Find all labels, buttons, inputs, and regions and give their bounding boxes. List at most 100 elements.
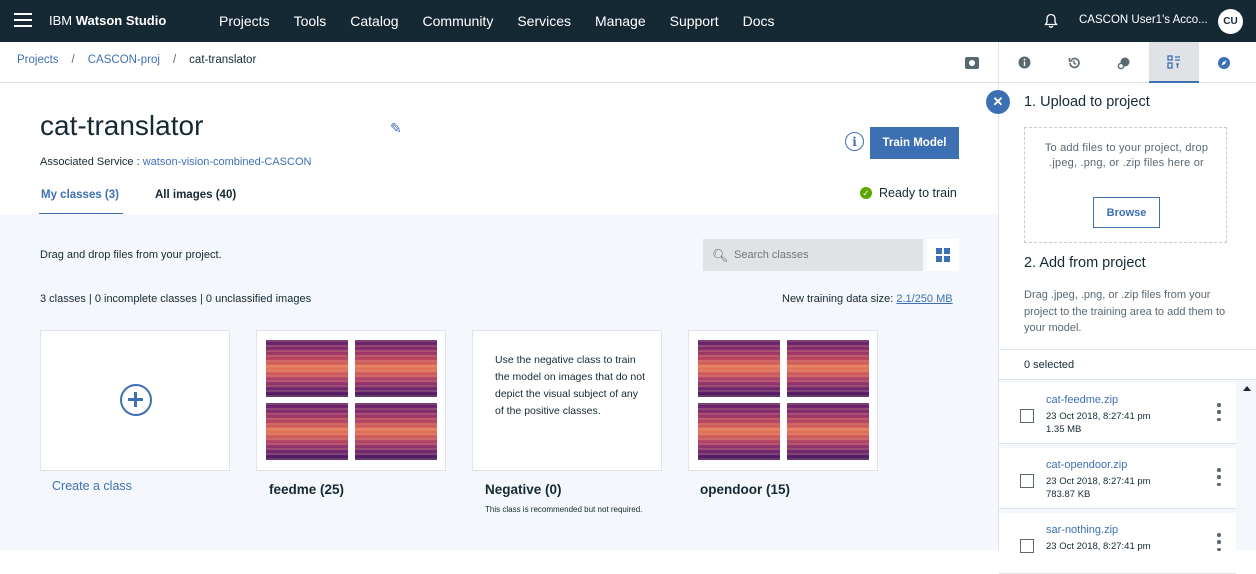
file-checkbox[interactable]: [1020, 539, 1034, 553]
nav-community[interactable]: Community: [423, 13, 494, 29]
spectrogram-thumbnail: [698, 340, 780, 397]
classes-area: Drag and drop files from your project. 🔍…: [0, 214, 998, 550]
tab-all-images[interactable]: All images (40): [155, 189, 236, 201]
brand-logo[interactable]: IBM Watson Studio: [49, 13, 166, 28]
avatar[interactable]: CU: [1218, 9, 1243, 34]
nav-support[interactable]: Support: [670, 13, 719, 29]
class-stats: 3 classes | 0 incomplete classes | 0 unc…: [40, 293, 312, 305]
train-model-button[interactable]: Train Model: [870, 127, 959, 159]
main-content: cat-translator ✎ Associated Service : wa…: [0, 83, 998, 550]
grid-view-icon[interactable]: [927, 239, 959, 271]
overflow-menu-icon[interactable]: [1217, 533, 1221, 551]
spectrogram-thumbnail: [355, 340, 437, 397]
compass-icon[interactable]: [1199, 42, 1249, 83]
brand-name: Watson Studio: [75, 13, 167, 28]
breadcrumb-current: cat-translator: [189, 54, 257, 66]
notification-bell-icon[interactable]: [1043, 13, 1059, 29]
file-date: 23 Oct 2018, 8:27:41 pm: [1046, 411, 1151, 422]
create-class-link[interactable]: Create a class: [52, 479, 132, 493]
account-switcher[interactable]: CASCON User1's Acco...: [1079, 14, 1208, 26]
spectrogram-thumbnail: [266, 403, 348, 460]
file-date: 23 Oct 2018, 8:27:41 pm: [1046, 476, 1151, 487]
drag-instruction: Drag and drop files from your project.: [40, 249, 222, 261]
file-size: 1.35 MB: [1046, 424, 1082, 435]
upload-dropzone[interactable]: To add files to your project, drop .jpeg…: [1024, 127, 1227, 243]
nav-services[interactable]: Services: [517, 13, 571, 29]
nav-catalog[interactable]: Catalog: [350, 13, 398, 29]
search-box: 🔍︎: [703, 239, 923, 271]
add-instructions: Drag .jpeg, .png, or .zip files from you…: [1024, 289, 1226, 334]
training-size-label: New training data size:: [782, 293, 897, 305]
nav-manage[interactable]: Manage: [595, 13, 646, 29]
spectrogram-thumbnail: [266, 340, 348, 397]
scrollbar[interactable]: [1239, 380, 1256, 550]
hamburger-menu-icon[interactable]: [14, 13, 32, 27]
training-data-size: New training data size: 2.1/250 MB: [782, 293, 953, 305]
history-icon[interactable]: [1049, 42, 1099, 83]
data-panel: 1. Upload to project To add files to you…: [998, 42, 1256, 574]
top-navigation-bar: IBM Watson Studio Projects Tools Catalog…: [0, 0, 1256, 42]
negative-note: This class is recommended but not requir…: [485, 505, 643, 514]
spectrogram-thumbnail: [787, 403, 869, 460]
add-heading: 2. Add from project: [1024, 255, 1146, 271]
selected-count: 0 selected: [1024, 359, 1075, 371]
status-text: Ready to train: [879, 186, 957, 200]
file-checkbox[interactable]: [1020, 474, 1034, 488]
info-icon[interactable]: i: [845, 132, 864, 151]
class-card-feedme[interactable]: [256, 330, 446, 471]
class-label-feedme[interactable]: feedme (25): [269, 482, 344, 497]
negative-description: Use the negative class to train the mode…: [495, 354, 646, 417]
class-label-negative[interactable]: Negative (0): [485, 482, 562, 497]
training-size-link[interactable]: 2.1/250 MB: [896, 293, 952, 305]
associated-service-label: Associated Service :: [40, 156, 143, 168]
info-icon[interactable]: [999, 42, 1049, 83]
search-icon: 🔍︎: [712, 247, 729, 263]
list-item[interactable]: cat-opendoor.zip 23 Oct 2018, 8:27:41 pm…: [999, 448, 1236, 509]
overflow-menu-icon[interactable]: [1217, 403, 1221, 421]
scroll-up-icon[interactable]: [1243, 386, 1251, 391]
browse-button[interactable]: Browse: [1093, 197, 1160, 228]
selected-count-bar: 0 selected: [999, 349, 1256, 380]
data-icon[interactable]: [1149, 42, 1199, 83]
class-card-opendoor[interactable]: [688, 330, 878, 471]
edit-pencil-icon[interactable]: ✎: [390, 120, 402, 137]
list-item[interactable]: sar-nothing.zip 23 Oct 2018, 8:27:41 pm: [999, 513, 1236, 574]
breadcrumb-projects[interactable]: Projects: [17, 54, 59, 66]
file-name[interactable]: cat-feedme.zip: [1046, 394, 1118, 406]
breadcrumb-project[interactable]: CASCON-proj: [88, 54, 160, 66]
brand-prefix: IBM: [49, 13, 73, 28]
file-name[interactable]: sar-nothing.zip: [1046, 524, 1118, 536]
create-class-card[interactable]: [40, 330, 230, 471]
nav-tools[interactable]: Tools: [294, 13, 327, 29]
panel-tabs: [999, 42, 1256, 83]
tab-my-classes[interactable]: My classes (3): [39, 189, 123, 215]
spectrogram-thumbnail: [698, 403, 780, 460]
breadcrumb-separator: /: [172, 54, 177, 66]
check-circle-icon: ✓: [860, 187, 872, 199]
page-title: cat-translator: [40, 110, 204, 141]
search-input[interactable]: [734, 249, 914, 261]
class-card-negative[interactable]: Use the negative class to train the mode…: [472, 330, 662, 471]
list-item[interactable]: cat-feedme.zip 23 Oct 2018, 8:27:41 pm 1…: [999, 383, 1236, 444]
close-panel-icon[interactable]: ✕: [986, 90, 1010, 114]
nav-docs[interactable]: Docs: [743, 13, 775, 29]
associated-service-link[interactable]: watson-vision-combined-CASCON: [143, 156, 312, 168]
file-size: 783.87 KB: [1046, 489, 1091, 500]
file-date: 23 Oct 2018, 8:27:41 pm: [1046, 541, 1151, 552]
class-label-opendoor[interactable]: opendoor (15): [700, 482, 790, 497]
upload-heading: 1. Upload to project: [1024, 94, 1150, 110]
overflow-menu-icon[interactable]: [1217, 468, 1221, 486]
file-checkbox[interactable]: [1020, 409, 1034, 423]
spectrogram-thumbnail: [355, 403, 437, 460]
upload-instructions: To add files to your project, drop .jpeg…: [1044, 142, 1209, 169]
associated-service: Associated Service : watson-vision-combi…: [40, 156, 311, 168]
file-name[interactable]: cat-opendoor.zip: [1046, 459, 1127, 471]
add-circle-icon[interactable]: [120, 384, 152, 416]
camera-icon[interactable]: [965, 57, 979, 69]
nav-projects[interactable]: Projects: [219, 13, 270, 29]
class-tabs: My classes (3) All images (40): [0, 177, 998, 215]
spectrogram-thumbnail: [787, 340, 869, 397]
connect-icon[interactable]: [1099, 42, 1149, 83]
breadcrumb-separator: /: [71, 54, 75, 66]
status-badge: ✓ Ready to train: [860, 186, 957, 200]
